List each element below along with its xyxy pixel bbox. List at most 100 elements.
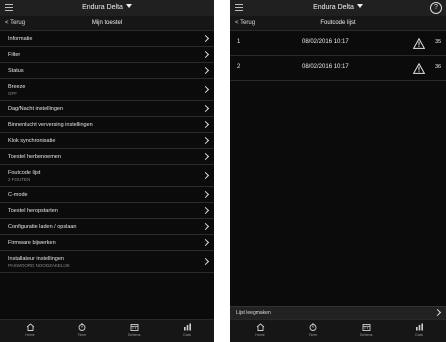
menu-item-label: Klok synchronisatie [8, 138, 56, 144]
tab-bar: Home Timer Schema Data [0, 319, 214, 342]
menu-item-label: Foutcode lijst [8, 170, 41, 176]
menu-item[interactable]: Informatie [0, 31, 214, 47]
chevron-right-icon [201, 222, 210, 230]
menu-item[interactable]: Breeze OFF [0, 79, 214, 101]
fault-code: 36 [435, 64, 442, 70]
left-screen: Endura Delta < Terug Mijn toestel Inform… [0, 0, 214, 342]
fault-list: 1 08/02/2016 10:17 35 2 08/02/2016 10:17 36 [230, 31, 446, 81]
tab-label: Home [255, 333, 265, 337]
menu-item[interactable]: Status [0, 63, 214, 79]
right-screen: Endura Delta ? < Terug Foutcode lijst 1 0… [230, 0, 446, 342]
schedule-icon [351, 323, 381, 331]
nav-bar: < Terug Foutcode lijst [230, 16, 446, 31]
menu-item-label: Filter [8, 52, 21, 58]
fault-datetime: 08/02/2016 10:17 [302, 39, 349, 45]
menu-item-subtitle: PASWOORD NOODZAKELIJK [8, 263, 70, 268]
page-title: Mijn toestel [91, 20, 123, 26]
chevron-right-icon [201, 50, 210, 58]
caret-down-icon [125, 4, 132, 8]
menu-item[interactable]: Foutcode lijst 2 FOUTEN [0, 165, 214, 187]
menu-item-label: Toestel herbenoemen [8, 154, 61, 160]
clear-list-button[interactable]: Lijst leegmaken [230, 306, 446, 319]
tab-data[interactable]: Data [172, 323, 202, 337]
tab-label: Schema [127, 333, 141, 337]
chevron-right-icon [201, 171, 210, 179]
clear-list-label: Lijst leegmaken [236, 310, 271, 316]
chevron-right-icon [201, 66, 210, 74]
chevron-right-icon [201, 120, 210, 128]
menu-item-label: Status [8, 68, 24, 74]
tab-schema[interactable]: Schema [351, 323, 381, 337]
fault-code: 35 [435, 39, 442, 45]
menu-item-subtitle: OFF [8, 91, 17, 96]
warning-icon [412, 61, 426, 79]
chevron-right-icon [201, 190, 210, 198]
fault-datetime: 08/02/2016 10:17 [302, 64, 349, 70]
menu-item[interactable]: C-mode [0, 187, 214, 203]
menu-item[interactable]: Installateur instellingen PASWOORD NOODZA… [0, 251, 214, 273]
menu-item-label: Toestel heropstarten [8, 208, 58, 214]
menu-item-label: Dag/Nacht instellingen [8, 106, 64, 112]
settings-menu: Informatie Filter Status Breeze OFF Dag/Nacht… [0, 31, 214, 273]
menu-item[interactable]: Filter [0, 47, 214, 63]
tab-timer[interactable]: Timer [67, 323, 97, 337]
menu-item-label: Breeze [8, 84, 26, 90]
chevron-right-icon [201, 104, 210, 112]
tab-timer[interactable]: Timer [298, 323, 328, 337]
menu-item-label: Binnenlucht verversing instellingen [8, 122, 93, 128]
menu-item[interactable]: Toestel heropstarten [0, 203, 214, 219]
menu-item[interactable]: Toestel herbenoemen [0, 149, 214, 165]
chevron-right-icon [201, 206, 210, 214]
menu-item[interactable]: Binnenlucht verversing instellingen [0, 117, 214, 133]
timer-icon [67, 323, 97, 331]
menu-item-label: C-mode [8, 192, 28, 198]
home-icon [15, 323, 45, 331]
chevron-right-icon [201, 136, 210, 144]
menu-item[interactable]: Configuratie laden / opslaan [0, 219, 214, 235]
home-icon [245, 323, 275, 331]
chevron-right-icon [201, 257, 210, 265]
timer-icon [298, 323, 328, 331]
tab-label: Home [25, 333, 35, 337]
menu-item[interactable]: Dag/Nacht instellingen [0, 101, 214, 117]
device-selector[interactable]: Endura Delta [230, 4, 446, 11]
fault-row: 2 08/02/2016 10:17 36 [230, 56, 446, 81]
menu-item[interactable]: Klok synchronisatie [0, 133, 214, 149]
schedule-icon [119, 323, 149, 331]
tab-label: Data [183, 333, 191, 337]
chart-icon [404, 323, 434, 331]
tab-label: Timer [308, 333, 318, 337]
chart-icon [172, 323, 202, 331]
tab-label: Data [415, 333, 423, 337]
device-name: Endura Delta [313, 4, 354, 11]
menu-item-label: Installateur instellingen [8, 256, 64, 262]
menu-item[interactable]: Firmware bijwerken [0, 235, 214, 251]
top-bar: Endura Delta ? [230, 0, 446, 16]
tab-schema[interactable]: Schema [119, 323, 149, 337]
fault-index: 1 [237, 39, 241, 45]
menu-item-subtitle: 2 FOUTEN [8, 177, 31, 182]
chevron-right-icon [201, 34, 210, 42]
fault-index: 2 [237, 64, 241, 70]
menu-item-label: Informatie [8, 36, 33, 42]
tab-home[interactable]: Home [245, 323, 275, 337]
chevron-right-icon [201, 238, 210, 246]
tab-data[interactable]: Data [404, 323, 434, 337]
tab-label: Schema [359, 333, 373, 337]
tab-bar: Home Timer Schema Data [230, 319, 446, 342]
tab-home[interactable]: Home [15, 323, 45, 337]
fault-row: 1 08/02/2016 10:17 35 [230, 31, 446, 56]
help-icon[interactable]: ? [430, 2, 442, 14]
tab-label: Timer [77, 333, 87, 337]
caret-down-icon [356, 4, 363, 8]
page-title: Foutcode lijst [320, 20, 356, 26]
device-selector[interactable]: Endura Delta [0, 4, 214, 11]
device-name: Endura Delta [82, 4, 123, 11]
menu-item-label: Configuratie laden / opslaan [8, 224, 77, 230]
chevron-right-icon [201, 152, 210, 160]
top-bar: Endura Delta [0, 0, 214, 16]
warning-icon [412, 36, 426, 54]
chevron-right-icon [201, 85, 210, 93]
nav-bar: < Terug Mijn toestel [0, 16, 214, 31]
menu-item-label: Firmware bijwerken [8, 240, 56, 246]
